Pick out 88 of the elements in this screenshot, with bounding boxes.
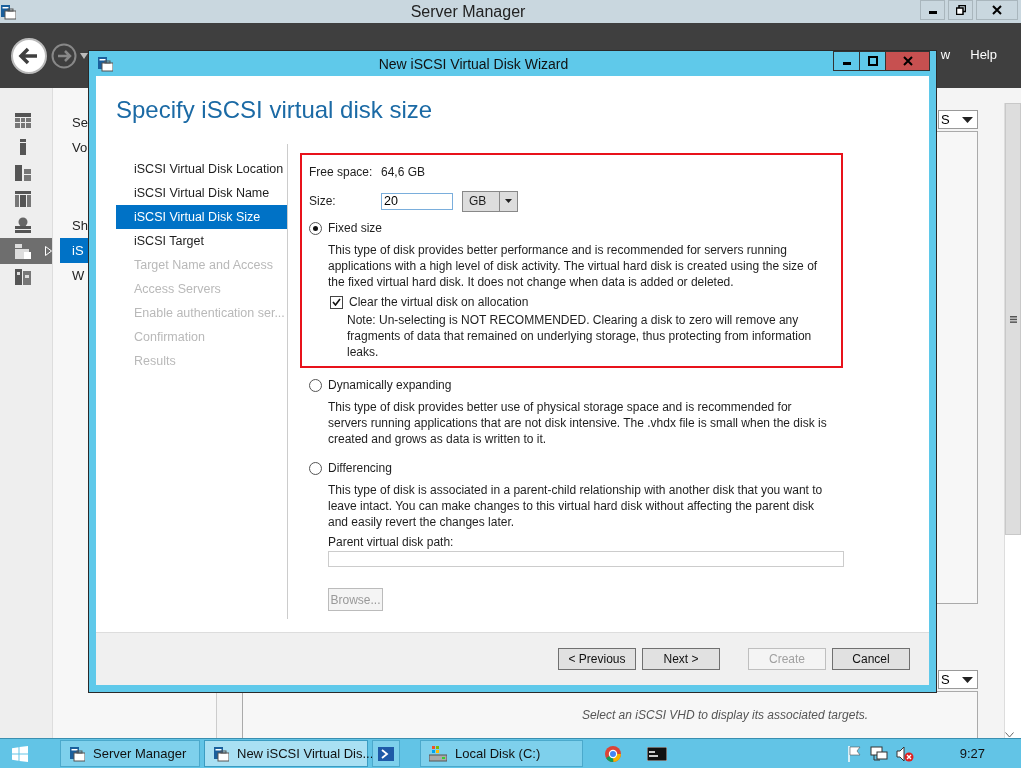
minimize-button[interactable]: [920, 0, 945, 20]
wizard-button[interactable]: Cancel: [832, 648, 910, 670]
menu-item[interactable]: Help: [970, 47, 997, 62]
browser-icon: [605, 745, 621, 762]
step-item: Confirmation: [133, 329, 206, 346]
app-icon: [97, 55, 113, 72]
option-description: This type of disk provides better use of physical storage space and is recommended for servers running applications that are not disk intensive. The .vhdx file is small when the disk is created and grows as data is written to it.: [328, 399, 828, 447]
window-title: Server Manager: [409, 2, 527, 21]
step-item: Results: [133, 353, 177, 370]
step-item[interactable]: iSCSI Target: [116, 229, 287, 253]
dropdown-arrow-icon: [962, 116, 973, 123]
tile-icon: [15, 269, 31, 285]
grip-icon: [1009, 315, 1017, 323]
check-icon: [332, 298, 341, 306]
app-icon: [0, 3, 16, 20]
clock[interactable]: 9:27: [959, 746, 985, 761]
radio-button[interactable]: [309, 221, 322, 235]
dropdown-arrow-icon[interactable]: [80, 52, 88, 59]
minimize-button[interactable]: [833, 51, 860, 71]
back-icon[interactable]: [10, 36, 48, 75]
tile-icon: [15, 243, 31, 259]
radio-button[interactable]: [309, 378, 322, 392]
window-title: New iSCSI Virtual Disk Wizard: [378, 55, 569, 72]
tile-icon: [15, 113, 31, 129]
wizard-button[interactable]: Next >: [642, 648, 720, 670]
step-item[interactable]: iSCSI Virtual Disk Name: [116, 181, 287, 205]
page-heading: Specify iSCSI virtual disk size: [115, 95, 434, 125]
taskbar-button[interactable]: [372, 740, 400, 767]
field-label: Parent virtual disk path:: [328, 535, 455, 549]
taskbar-button[interactable]: Local Disk (C:): [420, 740, 583, 767]
tile-icon: [15, 217, 31, 233]
scroll-down-icon[interactable]: [1005, 732, 1014, 738]
wizard-button: Create: [748, 648, 826, 670]
maximize-icon[interactable]: [867, 56, 878, 66]
size-field[interactable]: 20: [381, 192, 453, 210]
dropdown-value: GB: [468, 193, 488, 210]
checkbox-label[interactable]: Clear the virtual disk on allocation: [349, 295, 529, 309]
step-item[interactable]: iSCSI Virtual Disk Location: [116, 157, 287, 181]
forward-icon[interactable]: [51, 42, 77, 69]
radio-button[interactable]: [309, 461, 322, 475]
option-label[interactable]: Dynamically expanding: [328, 378, 452, 392]
speaker-muted-icon[interactable]: [895, 745, 914, 762]
option-label[interactable]: Fixed size: [328, 221, 383, 235]
wizard-button[interactable]: < Previous: [558, 648, 636, 670]
filter-dropdown[interactable]: S: [938, 110, 978, 129]
free-space-value: 64,6 GB: [381, 165, 426, 179]
app-icon: [69, 745, 85, 762]
scrollbar[interactable]: [1004, 103, 1021, 738]
browse-button: Browse...: [328, 588, 383, 611]
step-item: Enable authentication ser...: [133, 305, 286, 322]
restore-icon[interactable]: [955, 5, 966, 15]
tile-icon: [15, 191, 31, 207]
step-item: Access Servers: [133, 281, 222, 298]
menu-item[interactable]: w: [940, 47, 951, 62]
close-icon[interactable]: [992, 5, 1002, 15]
unit-dropdown[interactable]: GB: [462, 190, 518, 212]
step-item: Target Name and Access: [133, 257, 274, 274]
flag-icon[interactable]: [847, 745, 862, 762]
step-item[interactable]: iSCSI Virtual Disk Size: [116, 205, 287, 229]
option-description: This type of disk is associated in a parent-child relationship with another disk that you want to leave intact. You can make changes to this virtual hard disk without affecting the parent disk and easily revert the changes later.: [328, 482, 824, 530]
network-icon[interactable]: [869, 745, 888, 762]
close-button[interactable]: [976, 0, 1018, 20]
option-description: This type of disk provides better performance and is recommended for servers running applications with a high level of disk activity. The virtual hard disk is created using the size of the fixed virtual hard disk. It does not change when data is added or deleted.: [328, 242, 819, 290]
taskbar-label: Local Disk (C:): [455, 746, 541, 761]
empty-message: Select an iSCSI VHD to display its associated targets.: [581, 708, 869, 722]
scroll-thumb[interactable]: [1005, 103, 1021, 535]
expand-arrow-icon[interactable]: [45, 246, 52, 256]
taskbar-button[interactable]: Server Manager: [60, 740, 200, 767]
drive-icon: [429, 745, 447, 762]
dropdown-arrow-icon: [962, 676, 973, 683]
dropdown-value: S: [941, 672, 950, 687]
dropdown-arrow-icon: [505, 199, 512, 203]
restore-button[interactable]: [948, 0, 973, 20]
maximize-button[interactable]: [859, 51, 886, 71]
tile-icon: [15, 165, 31, 181]
field-label: Size:: [309, 194, 337, 208]
field-label: Free space:: [309, 165, 374, 179]
option-label[interactable]: Differencing: [328, 461, 392, 475]
filter-dropdown[interactable]: S: [938, 670, 978, 689]
taskbar-label: Server Manager: [93, 746, 187, 761]
path-field[interactable]: [328, 551, 844, 567]
dropdown-value: S: [941, 112, 950, 127]
checkbox[interactable]: [330, 295, 343, 309]
sidebar-item[interactable]: [0, 238, 52, 264]
note-text: Note: Un-selecting is NOT RECOMMENDED. Clearing a disk to zero will remove any fragments of data that remained on underlying storage, thus protecting from information leaks.: [347, 312, 813, 360]
app-icon: [213, 745, 229, 762]
terminal-icon: [378, 745, 394, 762]
console-icon: [647, 746, 667, 761]
